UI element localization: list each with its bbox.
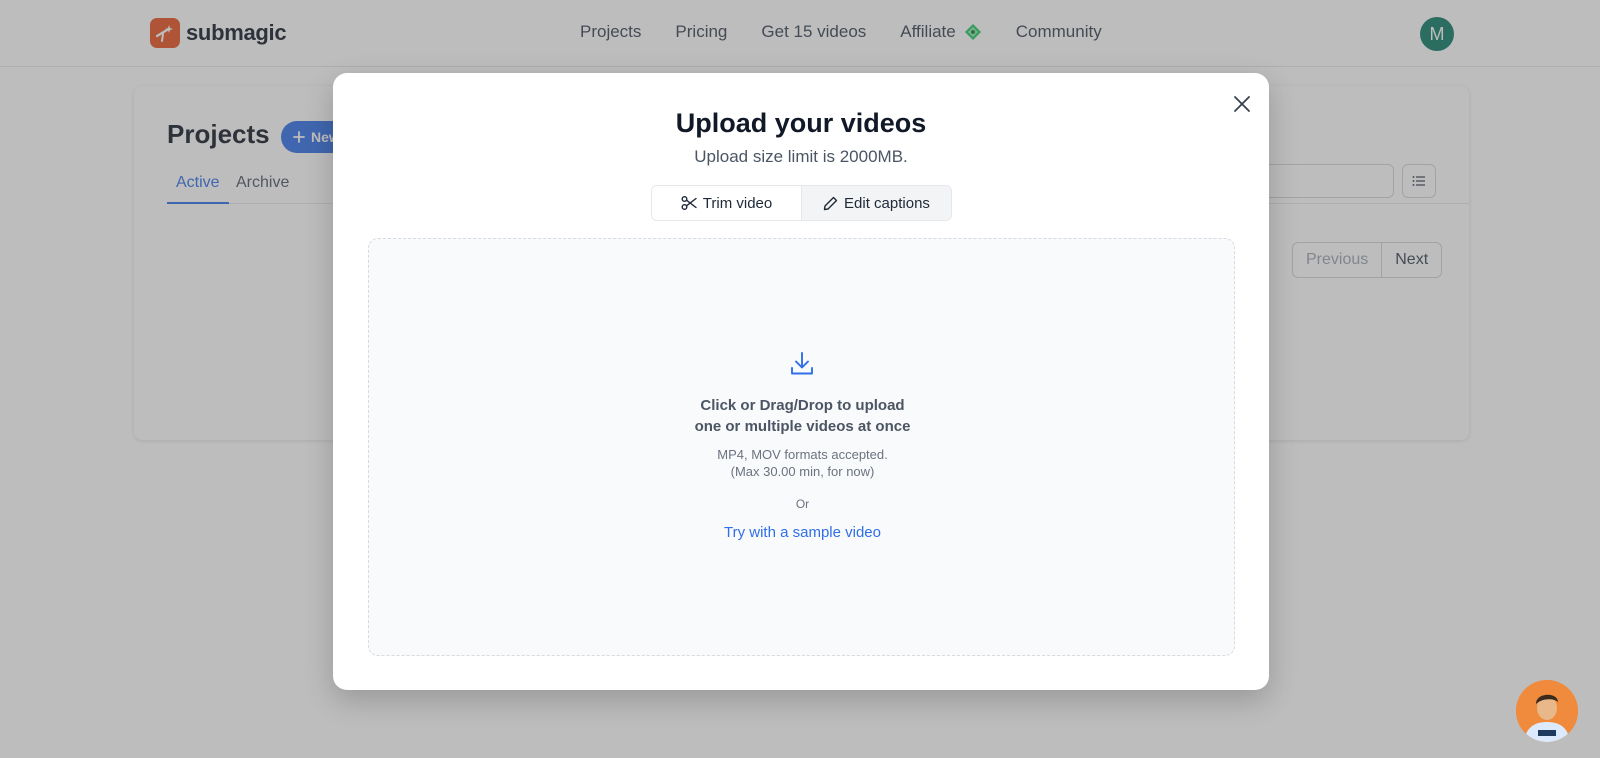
support-agent-avatar-icon — [1516, 680, 1578, 742]
scissors-icon — [681, 196, 697, 210]
sample-video-link[interactable]: Try with a sample video — [369, 524, 1236, 541]
trim-video-button[interactable]: Trim video — [652, 186, 802, 220]
upload-modal: Upload your videos Upload size limit is … — [333, 73, 1269, 690]
upload-size-limit: Upload size limit is 2000MB. — [694, 147, 908, 166]
support-chat-button[interactable] — [1516, 680, 1578, 742]
dropzone-instruction-secondary: one or multiple videos at once — [694, 418, 911, 435]
edit-captions-button[interactable]: Edit captions — [802, 186, 951, 220]
pencil-icon — [823, 196, 838, 210]
max-duration: (Max 30.00 min, for now) — [730, 464, 875, 479]
upload-dropzone[interactable]: Click or Drag/Drop to upload one or mult… — [368, 238, 1235, 656]
trim-video-label: Trim video — [702, 194, 773, 212]
dropzone-instruction: Click or Drag/Drop to upload — [700, 397, 905, 414]
accepted-formats: MP4, MOV formats accepted. — [717, 447, 888, 462]
edit-captions-label: Edit captions — [844, 194, 930, 212]
upload-mode-toggle: Trim video Edit captions — [651, 185, 952, 221]
download-icon — [791, 352, 813, 375]
modal-title: Upload your videos — [675, 108, 927, 138]
or-divider: Or — [795, 497, 810, 511]
